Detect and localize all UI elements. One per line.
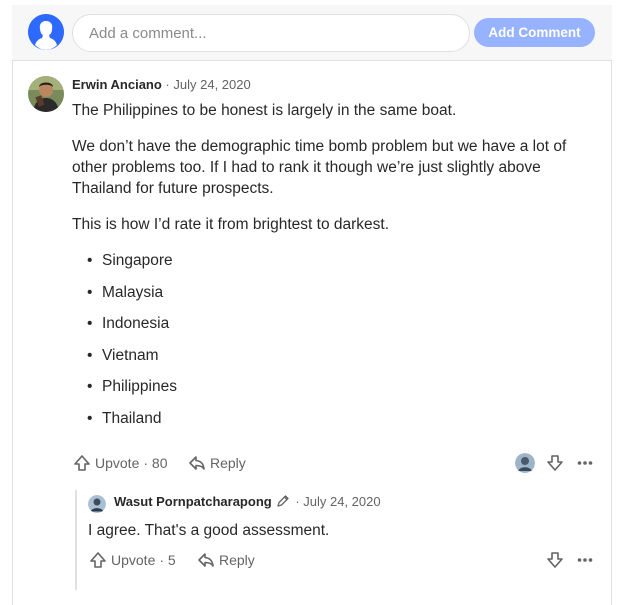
- more-options-icon: [577, 558, 593, 562]
- shared-by-avatar[interactable]: [515, 453, 535, 473]
- upvote-count: · 5: [159, 552, 176, 568]
- comments-panel: [12, 5, 612, 605]
- downvote-button[interactable]: [545, 550, 565, 570]
- profile-photo-icon: [28, 76, 64, 112]
- downvote-arrow-icon: [547, 455, 563, 471]
- upvote-arrow-icon: [90, 552, 106, 568]
- more-options-button[interactable]: [575, 550, 595, 570]
- more-options-button[interactable]: [575, 453, 595, 473]
- upvote-button[interactable]: Upvote · 80: [73, 454, 167, 472]
- list-item: Philippines: [87, 378, 177, 396]
- avatar[interactable]: [28, 76, 64, 112]
- profile-photo-icon: [88, 495, 106, 513]
- downvote-button[interactable]: [545, 453, 565, 473]
- upvote-button[interactable]: Upvote · 5: [89, 551, 176, 569]
- current-user-avatar[interactable]: [28, 14, 64, 50]
- comment-text: I agree. That's a good assessment.: [88, 522, 330, 539]
- upvote-label: Upvote: [111, 552, 156, 568]
- pencil-icon: [277, 495, 289, 507]
- reply-button[interactable]: Reply: [188, 454, 246, 472]
- reply-arrow-icon: [198, 553, 214, 567]
- comment-date[interactable]: July 24, 2020: [173, 77, 250, 92]
- list-item: Singapore: [87, 252, 173, 270]
- reply-label: Reply: [210, 455, 246, 471]
- comment-paragraph: This is how I’d rate it from brightest t…: [72, 216, 390, 233]
- meta-separator: ·: [161, 77, 174, 92]
- add-comment-button[interactable]: Add Comment: [474, 18, 595, 47]
- add-comment-bar: Add Comment: [12, 5, 612, 61]
- reply-button[interactable]: Reply: [197, 551, 255, 569]
- author-name[interactable]: Erwin Anciano: [72, 77, 162, 92]
- list-item: Malaysia: [87, 284, 163, 302]
- author-name[interactable]: Wasut Pornpatcharapong: [114, 494, 272, 509]
- thread-line: [75, 490, 77, 590]
- downvote-arrow-icon: [547, 552, 563, 568]
- comment-header: Wasut Pornpatcharapong · July 24, 2020: [114, 494, 381, 509]
- profile-photo-icon: [515, 453, 535, 473]
- list-item: Thailand: [87, 410, 162, 428]
- comment-paragraph: We don’t have the demographic time bomb …: [72, 138, 567, 197]
- user-silhouette-icon: [28, 14, 64, 50]
- comment-paragraph: The Philippines to be honest is largely …: [72, 102, 457, 119]
- list-item: Indonesia: [87, 315, 169, 333]
- more-options-icon: [577, 461, 593, 465]
- reply-label: Reply: [219, 552, 255, 568]
- comment-date[interactable]: July 24, 2020: [303, 494, 380, 509]
- upvote-count: · 80: [143, 455, 168, 471]
- avatar[interactable]: [88, 495, 106, 513]
- meta-separator: ·: [291, 494, 304, 509]
- upvote-arrow-icon: [74, 455, 90, 471]
- comment-input[interactable]: [72, 14, 470, 52]
- comment-header: Erwin Anciano · July 24, 2020: [72, 77, 251, 92]
- upvote-label: Upvote: [95, 455, 140, 471]
- list-item: Vietnam: [87, 347, 158, 365]
- reply-arrow-icon: [189, 456, 205, 470]
